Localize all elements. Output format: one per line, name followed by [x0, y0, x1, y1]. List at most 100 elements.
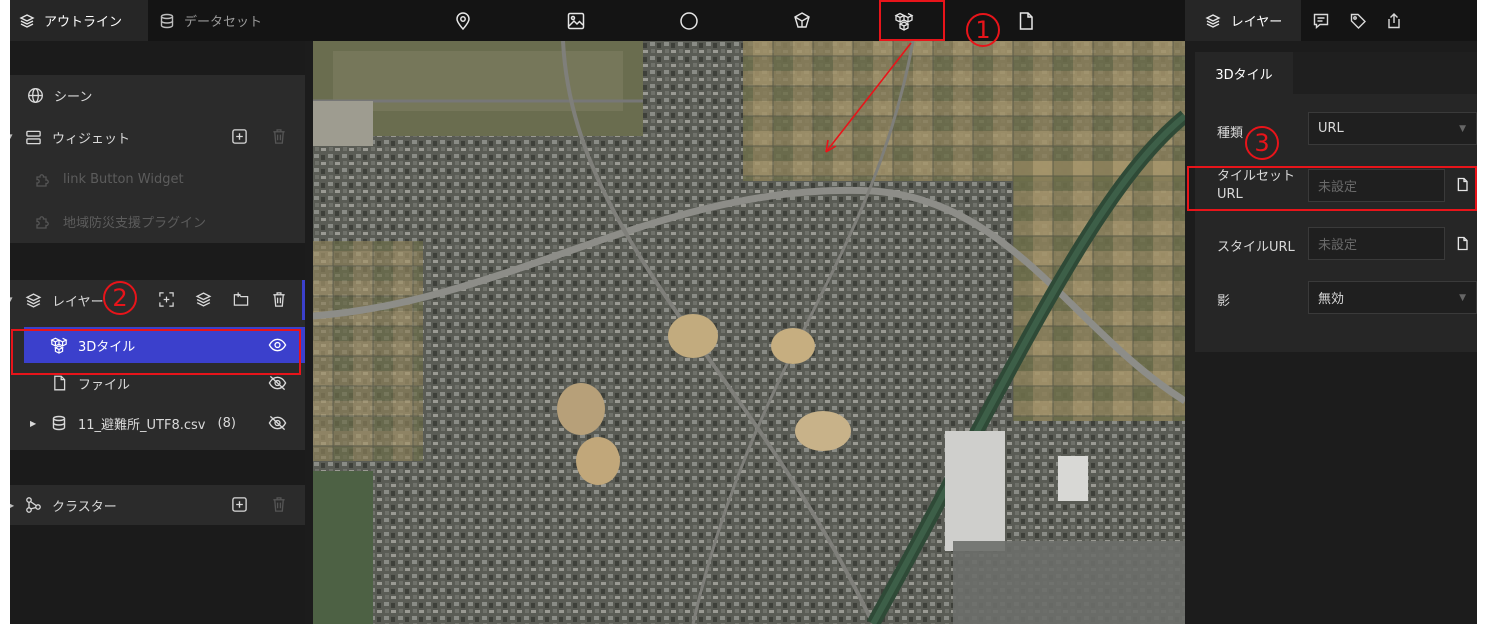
- globe-icon: [26, 86, 44, 104]
- layers-icon: [24, 291, 42, 309]
- layer-item-csv[interactable]: ▶ 11_避難所_UTF8.csv (8): [10, 403, 305, 443]
- tag-icon: [1350, 13, 1366, 29]
- annotation-arrow: [825, 42, 912, 153]
- layer-section-indicator: [302, 280, 305, 320]
- tab-tags[interactable]: [1343, 0, 1373, 41]
- tab-infobox[interactable]: [1306, 0, 1336, 41]
- annotation-marker-3: 3: [1245, 126, 1279, 160]
- puzzle-icon: [34, 212, 52, 230]
- scene-label: シーン: [54, 89, 93, 105]
- layers-icon: [18, 12, 36, 30]
- layer-item-label: 11_避難所_UTF8.csv: [78, 417, 206, 433]
- puzzle-icon: [34, 170, 52, 188]
- file-icon: [1019, 12, 1033, 30]
- message-icon: [1313, 13, 1329, 29]
- tab-3d-tiles[interactable]: 3Dタイル: [1195, 52, 1293, 94]
- tab-outline[interactable]: アウトライン: [10, 0, 148, 41]
- add-cluster-icon[interactable]: [231, 496, 248, 513]
- widget-item[interactable]: 地域防災支援プラグイン: [10, 201, 305, 241]
- layer-item-label: 3Dタイル: [78, 339, 136, 355]
- cluster-section: ▶ クラスター: [10, 485, 305, 525]
- dropdown-arrow-icon: ▼: [1459, 124, 1466, 134]
- cluster-icon: [24, 496, 42, 514]
- widget-item-label: 地域防災支援プラグイン: [63, 215, 207, 231]
- expand-caret-icon: ▶: [30, 418, 37, 428]
- shadow-select[interactable]: 無効 ▼: [1308, 281, 1477, 314]
- delete-cluster-icon[interactable]: [271, 496, 287, 513]
- 3d-tiles-tool-button[interactable]: [891, 8, 917, 34]
- map-pin-icon: [456, 12, 470, 31]
- circle-icon: [680, 12, 698, 30]
- 3d-tiles-icon: [50, 336, 68, 354]
- cluster-label: クラスター: [52, 499, 117, 515]
- annotation-marker-1: 1: [966, 13, 1000, 47]
- database-icon: [50, 414, 68, 432]
- layer-item-file[interactable]: ファイル: [10, 363, 305, 403]
- tab-layer-label: レイヤー: [1230, 15, 1283, 30]
- visibility-hidden-icon[interactable]: [268, 414, 287, 432]
- photo-overlay-tool-button[interactable]: [563, 8, 589, 34]
- delete-widget-icon[interactable]: [271, 128, 287, 145]
- tab-export[interactable]: [1379, 0, 1409, 41]
- file-icon: [50, 374, 68, 392]
- satellite-imagery: [313, 41, 1185, 624]
- export-icon: [1388, 12, 1400, 28]
- shadow-value: 無効: [1318, 292, 1345, 307]
- layer-item-3d-tiles[interactable]: 3Dタイル: [24, 327, 305, 363]
- file-tool-button[interactable]: [1013, 8, 1039, 34]
- file-picker-icon[interactable]: [1455, 235, 1470, 252]
- add-cluster-layer-icon[interactable]: [158, 291, 175, 308]
- map-viewport[interactable]: [313, 41, 1185, 624]
- tileset-url-input[interactable]: 未設定: [1308, 169, 1445, 202]
- collapse-caret-icon: ▾: [10, 132, 13, 142]
- widget-row[interactable]: ▾ ウィジェット: [10, 117, 305, 157]
- tileset-url-label-line1: タイルセット: [1217, 169, 1296, 184]
- tileset-url-label-line2: URL: [1217, 187, 1243, 202]
- tab-layer[interactable]: レイヤー: [1185, 0, 1301, 41]
- visibility-hidden-icon[interactable]: [268, 374, 287, 392]
- expand-caret-icon: ▶: [10, 500, 15, 510]
- tab-outline-label: アウトライン: [44, 15, 123, 30]
- tab-dataset[interactable]: データセット: [150, 0, 280, 41]
- property-panel: レイヤー 3Dタイル 種類 URL ▼ タイルセット URL 未設定 スタイルU…: [1185, 0, 1477, 624]
- type-value: URL: [1318, 121, 1344, 136]
- cluster-row[interactable]: ▶ クラスター: [10, 485, 305, 525]
- widget-item-label: link Button Widget: [63, 171, 184, 187]
- file-picker-icon[interactable]: [1455, 176, 1470, 193]
- add-widget-icon[interactable]: [231, 128, 248, 145]
- layer-section: ▾ レイヤー 3Dタイル ファイル ▶ 11_避難所_UTF8.csv (8): [10, 280, 305, 450]
- layer-label: レイヤー: [52, 294, 104, 310]
- layer-item-label: ファイル: [78, 377, 131, 393]
- style-url-input[interactable]: 未設定: [1308, 227, 1445, 260]
- style-url-placeholder: 未設定: [1318, 238, 1358, 253]
- style-url-label: スタイルURL: [1217, 240, 1295, 255]
- annotation-marker-2: 2: [103, 281, 137, 315]
- add-folder-icon[interactable]: [232, 291, 250, 308]
- type-select[interactable]: URL ▼: [1308, 112, 1477, 145]
- layer-properties-card: 3Dタイル 種類 URL ▼ タイルセット URL 未設定 スタイルURL 未設…: [1195, 52, 1477, 352]
- dropdown-arrow-icon: ▼: [1459, 293, 1466, 303]
- widget-label: ウィジェット: [52, 131, 131, 147]
- add-layer-icon[interactable]: [195, 291, 212, 308]
- app-window: アウトライン データセット シーン ▾ ウィジェット link Button W…: [10, 0, 1477, 624]
- sphere-tool-button[interactable]: [676, 8, 702, 34]
- image-icon: [567, 12, 585, 30]
- feature-count: (8): [217, 415, 236, 431]
- tileset-url-placeholder: 未設定: [1318, 180, 1358, 195]
- scene-row[interactable]: シーン: [10, 75, 305, 115]
- layer-header-row[interactable]: ▾ レイヤー: [10, 280, 305, 320]
- model-tool-button[interactable]: [789, 8, 815, 34]
- collapse-caret-icon: ▾: [10, 295, 13, 305]
- delete-layer-icon[interactable]: [271, 291, 287, 308]
- 3d-tiles-icon: [894, 12, 914, 31]
- scene-widget-section: シーン ▾ ウィジェット link Button Widget 地域防災支援プラ…: [10, 75, 305, 243]
- shadow-label: 影: [1217, 294, 1231, 309]
- cube-icon: [794, 12, 810, 28]
- tileset-url-label: タイルセット URL: [1217, 168, 1295, 204]
- marker-tool-button[interactable]: [450, 8, 476, 34]
- layers-icon: [1204, 12, 1222, 30]
- tab-dataset-label: データセット: [184, 15, 263, 30]
- database-icon: [158, 12, 176, 30]
- visibility-eye-icon[interactable]: [268, 336, 287, 354]
- widget-item[interactable]: link Button Widget: [10, 159, 305, 199]
